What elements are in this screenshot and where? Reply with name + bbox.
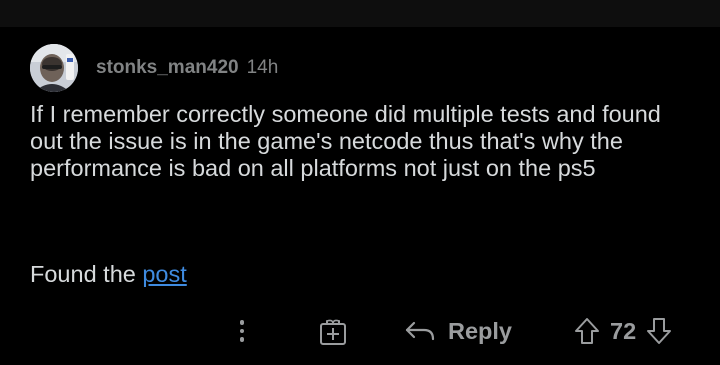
comment-actions: Reply 72 xyxy=(0,309,720,353)
avatar[interactable] xyxy=(30,44,78,92)
more-vertical-icon-dot xyxy=(239,337,245,342)
downvote-button[interactable] xyxy=(646,317,672,345)
more-options-button[interactable] xyxy=(232,315,252,347)
post-link[interactable]: post xyxy=(142,261,186,287)
avatar-image xyxy=(30,44,78,92)
more-vertical-icon xyxy=(239,320,245,325)
vote-count: 72 xyxy=(610,317,637,344)
upvote-arrow-icon xyxy=(575,318,599,344)
reply-arrow-icon xyxy=(405,321,435,341)
comment-header: stonks_man420 14h xyxy=(30,43,278,93)
more-vertical-icon-dot xyxy=(239,328,245,334)
reply-label: Reply xyxy=(448,317,512,344)
username[interactable]: stonks_man420 xyxy=(96,57,239,79)
downvote-arrow-icon xyxy=(647,318,672,344)
comment-body: If I remember correctly someone did mult… xyxy=(30,101,661,181)
comment: stonks_man420 14h If I remember correctl… xyxy=(0,27,720,365)
found-prefix: Found the xyxy=(30,261,143,287)
top-strip xyxy=(0,0,720,27)
award-icon xyxy=(320,319,346,345)
timestamp: 14h xyxy=(246,57,279,78)
vote-group: 72 xyxy=(574,313,672,349)
award-button[interactable] xyxy=(318,317,348,347)
upvote-button[interactable] xyxy=(574,317,600,345)
reply-button[interactable]: Reply xyxy=(404,313,512,349)
comment-found-line: Found the post xyxy=(30,261,187,288)
